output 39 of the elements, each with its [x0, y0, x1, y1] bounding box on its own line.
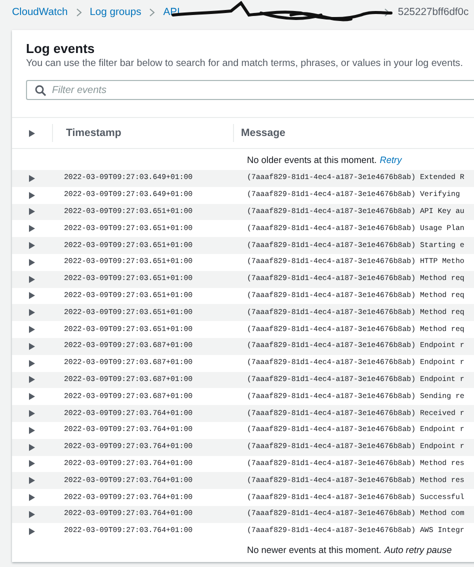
column-header: Timestamp [66, 127, 122, 139]
auto-retry-note: Auto retry pause [384, 545, 452, 556]
expand-icon[interactable] [29, 376, 35, 384]
retry-link[interactable]: Retry [380, 154, 402, 164]
expand-icon[interactable] [29, 326, 35, 334]
expand-icon[interactable] [29, 528, 35, 535]
chevron-icon [149, 8, 156, 16]
breadcrumb-current: 525227bff6df0c [398, 6, 469, 18]
notice-text: No older events at this moment. [247, 154, 377, 164]
expand-icon[interactable] [29, 276, 35, 283]
expand-icon[interactable] [29, 393, 35, 400]
panel-title: Log events [26, 41, 96, 56]
panel-description: You can use the filter bar below to search for and match terms, phrases, or values in your log events. [26, 58, 464, 69]
expand-icon[interactable] [29, 360, 35, 367]
expand-all-icon[interactable] [29, 130, 35, 136]
column-header: Message [241, 127, 286, 139]
breadcrumb-link[interactable]: Log groups [90, 6, 142, 18]
expand-icon[interactable] [29, 309, 35, 316]
expand-icon[interactable] [29, 225, 35, 232]
expand-icon[interactable] [29, 342, 35, 350]
chevron-icon [384, 8, 390, 16]
notice-text: No newer events at this moment. [247, 545, 382, 556]
expand-icon[interactable] [29, 174, 35, 182]
expand-icon[interactable] [29, 510, 35, 518]
expand-icon[interactable] [29, 410, 35, 418]
expand-icon[interactable] [29, 258, 35, 266]
expand-icon[interactable] [29, 192, 35, 199]
expand-icon[interactable] [29, 460, 35, 468]
expand-icon[interactable] [29, 208, 35, 216]
expand-icon[interactable] [29, 444, 35, 451]
expand-icon[interactable] [29, 494, 35, 502]
breadcrumb-link[interactable]: CloudWatch [12, 6, 68, 18]
search-icon [35, 85, 46, 96]
filter-field[interactable]: Filter events [26, 80, 474, 100]
expand-icon[interactable] [29, 292, 35, 300]
chevron-icon [76, 8, 82, 16]
expand-icon[interactable] [29, 477, 35, 484]
expand-icon[interactable] [29, 426, 35, 434]
expand-icon[interactable] [29, 242, 35, 250]
